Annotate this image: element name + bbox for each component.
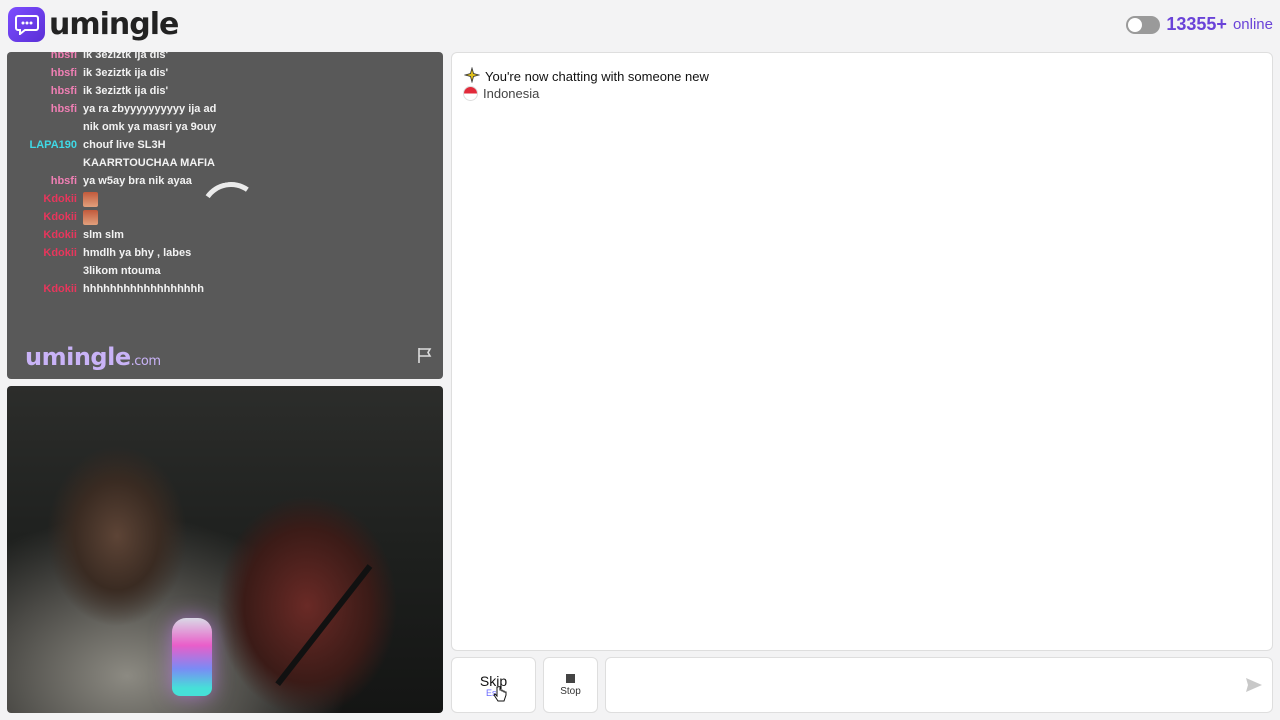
message-text: ik 3eziztk ija dis'	[83, 52, 169, 61]
chat-bubble-icon	[8, 6, 45, 42]
stop-button[interactable]: Stop	[543, 657, 598, 713]
message-input[interactable]	[605, 657, 1273, 713]
report-flag-icon[interactable]	[416, 346, 434, 369]
local-video-feed	[7, 386, 443, 713]
stream-message-list: hbsfi ik 3eziztk ija dis' hbsfi ik 3eziztk …	[7, 52, 443, 298]
message-text: ik 3eziztk ija dis'	[83, 85, 169, 97]
logo-text: umingle	[49, 6, 179, 42]
message-text: chouf live SL3H KAARRTOUCHAA MAFIA	[83, 139, 215, 169]
stream-message: hbsfi ya ra zbyyyyyyyyyy ija ad nik omk y…	[7, 100, 443, 136]
system-message: You're now chatting with someone new	[463, 66, 709, 86]
country-name: Indonesia	[483, 86, 540, 101]
online-count: 13355+	[1166, 14, 1227, 34]
sparkle-icon	[463, 66, 481, 86]
stream-message: Kdokii hmdlh ya bhy , labes 3likom ntouma	[7, 244, 443, 280]
message-username[interactable]: LAPA190	[7, 136, 83, 172]
stream-message: hbsfi ik 3eziztk ija dis'	[7, 64, 443, 82]
message-username[interactable]: hbsfi	[7, 64, 83, 82]
online-indicator: 13355+ online	[1126, 14, 1273, 35]
emoji-icon	[83, 209, 98, 225]
stream-message: LAPA190 chouf live SL3H KAARRTOUCHAA MAFI…	[7, 136, 443, 172]
chat-log: You're now chatting with someone new Ind…	[451, 52, 1273, 651]
site-logo[interactable]: umingle	[8, 6, 179, 42]
watermark-suffix: .com	[130, 354, 161, 369]
hand-cursor-icon	[493, 685, 507, 709]
indonesia-flag-icon	[463, 86, 478, 101]
microphone	[172, 618, 212, 696]
message-text: ya ra zbyyyyyyyyyy ija ad nik omk ya mas…	[83, 103, 217, 133]
message-username[interactable]: hbsfi	[7, 172, 83, 190]
online-label: online	[1232, 16, 1273, 33]
theme-toggle[interactable]	[1126, 15, 1161, 34]
message-username[interactable]: Kdokii	[7, 280, 83, 298]
message-text: ya w5ay bra nik ayaa	[83, 175, 192, 187]
watermark-logo: umingle.com	[25, 343, 161, 371]
stop-label: Stop	[560, 685, 581, 697]
message-username[interactable]: Kdokii	[7, 244, 83, 280]
emoji-icon	[83, 191, 98, 207]
message-text: ik 3eziztk ija dis'	[83, 67, 169, 79]
message-username[interactable]: Kdokii	[7, 190, 83, 208]
stream-message: hbsfi ik 3eziztk ija dis'	[7, 52, 443, 64]
message-text: slm slm	[83, 229, 124, 241]
message-username[interactable]: hbsfi	[7, 52, 83, 64]
message-username[interactable]: Kdokii	[7, 226, 83, 244]
stream-chat-panel: hbsfi ik 3eziztk ija dis' hbsfi ik 3eziztk …	[7, 52, 443, 379]
message-username[interactable]: Kdokii	[7, 208, 83, 226]
system-message-text: You're now chatting with someone new	[485, 69, 709, 84]
message-text: hhhhhhhhhhhhhhhhhh	[83, 283, 204, 295]
message-text: hmdlh ya bhy , labes 3likom ntouma	[83, 247, 192, 277]
send-icon[interactable]	[1245, 677, 1263, 698]
message-username[interactable]: hbsfi	[7, 82, 83, 100]
stop-icon	[566, 673, 575, 683]
stream-message: hbsfi ik 3eziztk ija dis'	[7, 82, 443, 100]
message-username[interactable]: hbsfi	[7, 100, 83, 136]
mic-arm	[275, 564, 373, 687]
partner-country: Indonesia	[463, 86, 539, 101]
watermark-text: umingle	[25, 343, 131, 371]
stream-message: Kdokii hhhhhhhhhhhhhhhhhh	[7, 280, 443, 298]
